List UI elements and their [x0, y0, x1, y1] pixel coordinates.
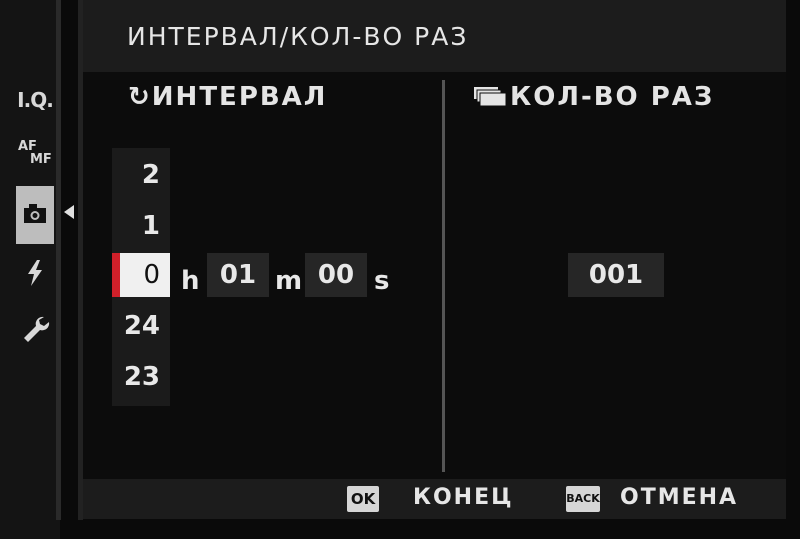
screen: I.Q. AF MF ИНТЕРВАЛ/КОЛ-ВО РАЗ ↻ИНТЕРВАЛ [0, 0, 800, 539]
hour-drum-below-1: 24 [123, 311, 160, 341]
wrench-icon [24, 316, 50, 342]
sidebar-item-afmf[interactable]: AF MF [18, 140, 56, 166]
hour-unit: h [181, 266, 200, 296]
sidebar-separator [56, 0, 61, 520]
seconds-field[interactable]: 00 [305, 253, 367, 297]
back-action-label[interactable]: ОТМЕНА [620, 485, 738, 510]
count-title: КОЛ-ВО РАЗ [474, 82, 714, 112]
column-divider [442, 80, 445, 472]
interval-repeat-icon: ↻ [128, 82, 152, 112]
camera-icon [24, 204, 46, 223]
interval-title: ↻ИНТЕРВАЛ [128, 82, 327, 112]
shot-count-field[interactable]: 001 [568, 253, 664, 297]
minutes-unit: m [275, 266, 303, 296]
hour-drum-below-2: 23 [123, 362, 160, 392]
sidebar-item-iq[interactable]: I.Q. [16, 88, 54, 112]
hour-selected-value: 0 [143, 260, 160, 290]
seconds-unit: s [374, 266, 390, 296]
minutes-field[interactable]: 01 [207, 253, 269, 297]
burst-frames-icon [474, 87, 507, 107]
sidebar-selected-pointer-icon [64, 205, 74, 219]
sidebar-item-flash[interactable] [16, 258, 54, 292]
count-title-label: КОЛ-ВО РАЗ [510, 82, 715, 112]
hour-drum-above-1: 1 [141, 211, 160, 241]
interval-title-label: ИНТЕРВАЛ [151, 82, 328, 112]
back-key-badge[interactable]: BACK [566, 486, 600, 512]
ok-key-badge[interactable]: OK [347, 486, 379, 512]
hour-drum-above-2: 2 [141, 160, 160, 190]
sidebar-item-setup[interactable] [16, 314, 54, 348]
ok-action-label[interactable]: КОНЕЦ [413, 485, 514, 510]
sidebar-item-shooting[interactable] [16, 186, 54, 244]
page-title: ИНТЕРВАЛ/КОЛ-ВО РАЗ [127, 22, 469, 51]
flash-icon [28, 260, 42, 286]
mf-label: MF [30, 152, 52, 167]
